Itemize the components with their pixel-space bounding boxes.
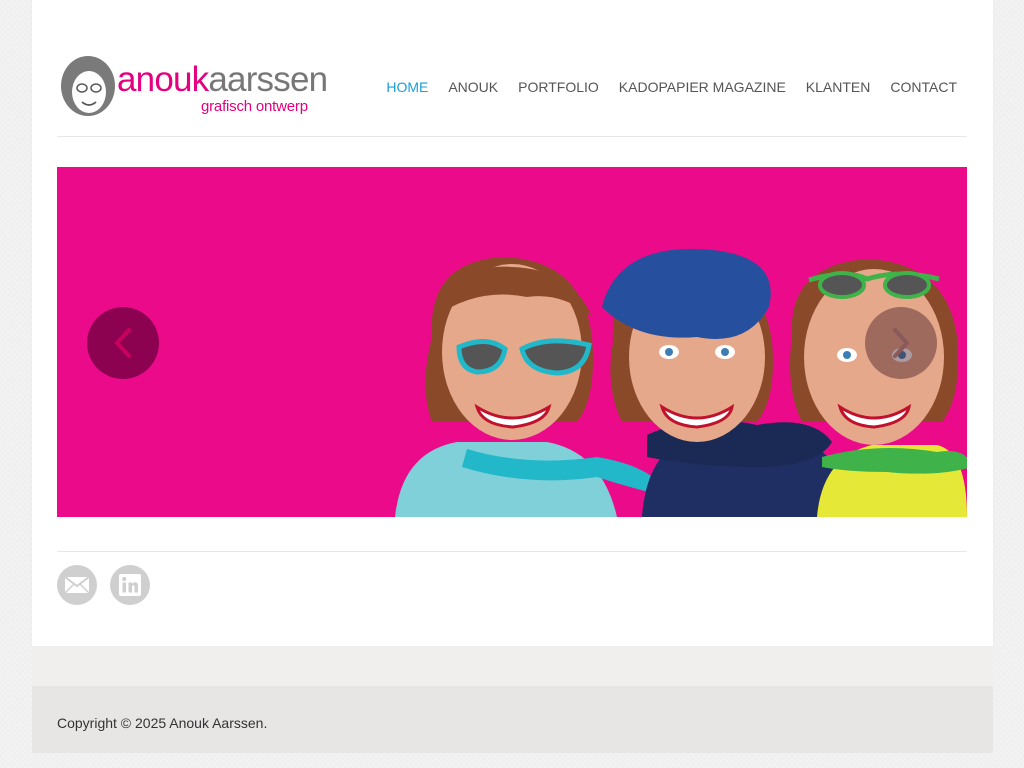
chevron-left-icon	[115, 328, 131, 358]
page: anoukaarssen grafisch ontwerp HOME ANOUK…	[32, 0, 993, 753]
hero-slider	[57, 167, 967, 517]
nav-item-portfolio[interactable]: PORTFOLIO	[518, 79, 599, 95]
linkedin-button[interactable]	[110, 565, 150, 605]
logo-face-icon	[61, 56, 115, 116]
content-divider	[57, 551, 967, 552]
site-footer: Copyright © 2025 Anouk Aarssen.	[32, 686, 993, 753]
slider-prev-button[interactable]	[87, 307, 159, 379]
nav-item-contact[interactable]: CONTACT	[890, 79, 957, 95]
nav-item-kadopapier-magazine[interactable]: KADOPAPIER MAGAZINE	[619, 79, 786, 95]
logo-name: anoukaarssen	[117, 60, 328, 99]
main-nav: HOME ANOUK PORTFOLIO KADOPAPIER MAGAZINE…	[386, 79, 957, 95]
nav-item-anouk[interactable]: ANOUK	[448, 79, 498, 95]
logo-tagline: grafisch ontwerp	[201, 98, 308, 115]
header-divider	[57, 136, 967, 137]
linkedin-icon	[119, 574, 141, 596]
main-content: anoukaarssen grafisch ontwerp HOME ANOUK…	[32, 0, 993, 646]
copyright-text: Copyright © 2025 Anouk Aarssen.	[57, 715, 268, 731]
chevron-right-icon	[893, 328, 909, 358]
slide-illustration	[395, 248, 967, 517]
nav-item-home[interactable]: HOME	[386, 79, 428, 95]
site-logo[interactable]: anoukaarssen grafisch ontwerp	[58, 52, 328, 122]
slider-next-button[interactable]	[865, 307, 937, 379]
mail-button[interactable]	[57, 565, 97, 605]
nav-item-klanten[interactable]: KLANTEN	[806, 79, 871, 95]
mail-icon	[64, 576, 90, 594]
footer-widgets	[32, 646, 993, 686]
